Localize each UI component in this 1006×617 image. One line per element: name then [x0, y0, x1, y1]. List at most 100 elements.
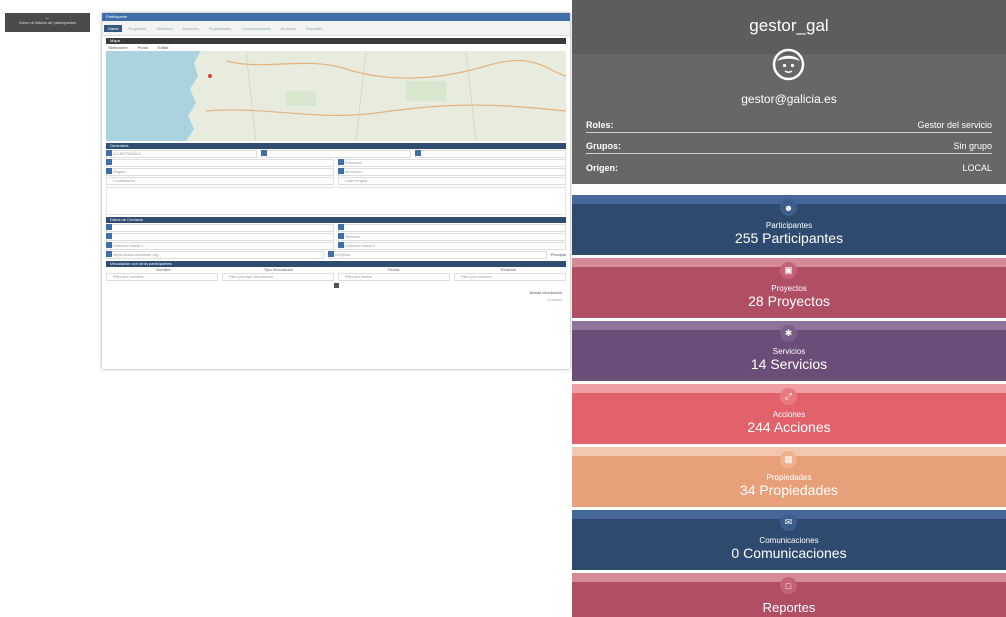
col-nombre[interactable]: Nombre [106, 267, 221, 272]
filter-tipo[interactable]: Filtro por tipo vinculación [222, 272, 334, 281]
field-icon [338, 167, 344, 174]
stat-card-comunicaciones[interactable]: ✉ Comunicaciones 0 Comunicaciones [572, 510, 1006, 570]
participant-window: Participante Datos Proyectos Servicios A… [102, 13, 570, 369]
map-mode-select[interactable]: Punto [138, 45, 148, 50]
card-value: 0 Comunicaciones [731, 545, 847, 561]
origin-value: LOCAL [962, 162, 992, 173]
card-value: 14 Servicios [750, 356, 828, 372]
stat-card-servicios[interactable]: ✱ Servicios 14 Servicios [572, 321, 1006, 381]
card-label: Reportes [762, 600, 816, 615]
field-2[interactable] [260, 149, 412, 158]
tab-propiedades[interactable]: Propiedades [205, 25, 235, 32]
roles-key: Roles: [586, 119, 614, 130]
sector-field[interactable] [106, 158, 334, 167]
pager[interactable] [102, 283, 570, 289]
groups-value: Sin grupo [953, 140, 992, 151]
field-icon [415, 149, 422, 156]
network-icon: ✱ [780, 325, 797, 342]
location-field[interactable]: Localización [106, 176, 334, 185]
contact-field-3[interactable] [106, 232, 334, 241]
field-icon [106, 232, 112, 239]
filter-relacion[interactable]: Filtro por relación [454, 272, 566, 281]
general-row-4: Localización Líder lengua [106, 176, 566, 185]
origin-key: Origen: [586, 162, 619, 173]
current-page[interactable] [333, 283, 339, 289]
entity-field[interactable]: A CAPITANÍA A [106, 149, 257, 158]
tab-archivos[interactable]: Archivos [277, 25, 300, 32]
address-2-field[interactable]: Dirección fiscal 2 [338, 241, 566, 250]
stat-card-participantes[interactable]: ☻ Participantes 255 Participantes [572, 195, 1006, 255]
profile-panel: gestor_gal gestor@galicia.es Roles: Gest… [572, 0, 1006, 184]
map-image [106, 51, 566, 141]
avatar-icon [772, 48, 805, 81]
field-icon [338, 232, 344, 239]
field-icon [106, 241, 112, 248]
leader-field[interactable]: Líder lengua [338, 176, 566, 185]
col-relacion[interactable]: Relación [451, 267, 566, 272]
back-to-participants-button[interactable]: ← Volver al listado de participantes [5, 13, 90, 32]
groups-key: Grupos: [586, 140, 621, 151]
field-icon [106, 167, 112, 174]
field-icon [106, 149, 112, 156]
principal-checkbox[interactable]: Principal [551, 252, 566, 257]
origin-row: Origen: LOCAL [586, 160, 992, 175]
field-icon [338, 241, 344, 248]
add-relation-button[interactable]: Añadir vinculación [110, 290, 562, 295]
field-icon [328, 250, 335, 257]
tab-servicios[interactable]: Servicios [152, 25, 176, 32]
card-label: Servicios [772, 347, 806, 356]
card-label: Participantes [765, 221, 813, 230]
groups-row: Grupos: Sin grupo [586, 138, 992, 154]
briefcase-icon: ▣ [780, 262, 797, 279]
tab-datos[interactable]: Datos [104, 24, 123, 32]
contact-row-4: https://www.aiinstitute.org info@aii Pri… [106, 250, 566, 259]
contact-row-1 [106, 223, 566, 232]
phone-field[interactable]: Teléfono [338, 232, 566, 241]
user-email: gestor@galicia.es [741, 92, 837, 106]
tab-reportes[interactable]: Reportes [302, 25, 326, 32]
users-icon: ☻ [780, 199, 797, 216]
stat-card-acciones[interactable]: ⤢ Acciones 244 Acciones [572, 384, 1006, 444]
field-icon [106, 223, 112, 230]
map-edit-button[interactable]: Editar [158, 45, 168, 50]
stat-card-reportes[interactable]: □ Reportes [572, 573, 1006, 617]
municipality-field[interactable]: Municipio [338, 167, 566, 176]
card-label: Acciones [772, 410, 806, 419]
stat-card-propiedades[interactable]: ▦ Propiedades 34 Propiedades [572, 447, 1006, 507]
filter-fecha[interactable]: Filtro por fecha [338, 272, 450, 281]
field-icon [106, 158, 112, 165]
card-label: Propiedades [766, 473, 812, 482]
map-toolbar: Seleccione Punto Editar [106, 44, 566, 51]
map-view[interactable] [106, 51, 566, 141]
contact-row-2: Teléfono [106, 232, 566, 241]
roles-value: Gestor del servicio [917, 119, 992, 130]
tab-proyectos[interactable]: Proyectos [124, 25, 150, 32]
region-field[interactable]: Región [106, 167, 334, 176]
save-button[interactable]: Guardar [110, 297, 562, 302]
contact-field-1[interactable] [106, 223, 334, 232]
general-row-2: Provincia [106, 158, 566, 167]
field-3[interactable] [415, 149, 567, 158]
relations-header-row: Nombre Tipo Vinculación Fecha Relación [106, 267, 566, 272]
tab-acciones[interactable]: Acciones [178, 25, 202, 32]
card-value: 255 Participantes [734, 230, 844, 246]
relations-filter-row: Filtro por nombre Filtro por tipo vincul… [106, 272, 566, 281]
contact-field-2[interactable] [338, 223, 566, 232]
email-field[interactable]: info@aii [328, 250, 547, 259]
card-label: Comunicaciones [759, 536, 819, 545]
general-row-1: A CAPITANÍA A [106, 149, 567, 158]
col-tipo[interactable]: Tipo Vinculación [221, 267, 336, 272]
stat-card-proyectos[interactable]: ▣ Proyectos 28 Proyectos [572, 258, 1006, 318]
col-fecha[interactable]: Fecha [336, 267, 451, 272]
tab-comunicaciones[interactable]: Comunicaciones [237, 25, 275, 32]
contact-row-3: Dirección fiscal 1 Dirección fiscal 2 [106, 241, 566, 250]
expand-icon: ⤢ [780, 388, 797, 405]
notes-textarea[interactable] [106, 187, 566, 215]
field-icon [106, 250, 112, 257]
filter-nombre[interactable]: Filtro por nombre [106, 272, 218, 281]
address-1-field[interactable]: Dirección fiscal 1 [106, 241, 334, 250]
web-field[interactable]: https://www.aiinstitute.org [106, 250, 325, 259]
province-field[interactable]: Provincia [338, 158, 566, 167]
card-value: 244 Acciones [747, 419, 831, 435]
tab-bar: Datos Proyectos Servicios Acciones Propi… [102, 21, 570, 36]
